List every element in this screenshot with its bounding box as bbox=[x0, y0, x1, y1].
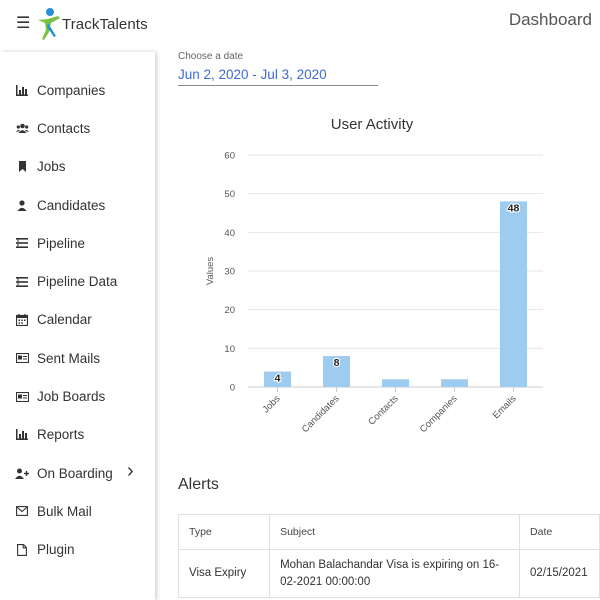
y-tick-label: 50 bbox=[224, 189, 235, 200]
sidebar-item-pipeline[interactable]: Pipeline bbox=[0, 224, 155, 262]
x-tick-label: Companies bbox=[418, 393, 460, 435]
y-tick-label: 40 bbox=[224, 228, 235, 239]
chart-title: User Activity bbox=[331, 116, 414, 133]
sidebar-item-label: Jobs bbox=[37, 159, 66, 175]
y-tick-label: 60 bbox=[224, 151, 235, 162]
x-tick-label: Emails bbox=[491, 393, 519, 421]
brand-logo[interactable]: TrackTalents bbox=[36, 6, 148, 42]
sidebar-item-label: Calendar bbox=[37, 312, 92, 328]
y-tick-label: 20 bbox=[224, 305, 235, 316]
data-label: 48 bbox=[508, 202, 520, 214]
envelope-icon bbox=[15, 504, 29, 518]
sidebar-item-label: Contacts bbox=[37, 120, 91, 136]
date-picker-label: Choose a date bbox=[178, 51, 244, 62]
data-label: 4 bbox=[275, 373, 281, 385]
x-tick-label: Candidates bbox=[300, 393, 342, 435]
brand-name: TrackTalents bbox=[62, 15, 148, 33]
sidebar-item-label: Pipeline Data bbox=[37, 274, 118, 290]
sidebar-item-label: Reports bbox=[37, 427, 85, 443]
alerts-table: Type Subject Date Visa Expiry Mohan Bala… bbox=[177, 514, 600, 598]
user-activity-chart: User Activity 0 10 20 30 40 50 60 Values Jobs 4 Can… bbox=[205, 116, 543, 435]
sidebar-item-label: Job Boards bbox=[37, 389, 106, 405]
sidebar-item-label: Bulk Mail bbox=[37, 503, 92, 519]
sidebar-item-jobs[interactable]: Jobs bbox=[0, 148, 155, 186]
sidebar-item-label: Companies bbox=[37, 82, 106, 98]
date-range-field[interactable]: Jun 2, 2020 - Jul 3, 2020 bbox=[178, 67, 378, 86]
bar-emails bbox=[500, 201, 527, 387]
sidebar-item-candidates[interactable]: Candidates bbox=[0, 186, 155, 224]
sidebar-item-job-boards[interactable]: Job Boards bbox=[0, 377, 155, 415]
menu-icon[interactable]: ☰ bbox=[16, 13, 30, 33]
alerts-header-row: Type Subject Date bbox=[177, 514, 600, 550]
sidebar-item-bulk-mail[interactable]: Bulk Mail bbox=[0, 492, 155, 530]
column-header-type[interactable]: Type bbox=[177, 514, 271, 550]
alert-date-cell: 02/15/2021 bbox=[519, 549, 600, 598]
card-icon bbox=[15, 351, 29, 365]
sidebar-item-reports[interactable]: Reports bbox=[0, 416, 155, 454]
bar-chart-icon bbox=[15, 83, 29, 97]
sidebar-item-calendar[interactable]: Calendar bbox=[0, 301, 155, 339]
page-title: Dashboard bbox=[508, 10, 592, 29]
table-row[interactable]: Visa Expiry Mohan Balachandar Visa is ex… bbox=[177, 549, 600, 598]
file-icon bbox=[15, 543, 29, 557]
list-icon bbox=[15, 275, 29, 289]
alert-type-cell: Visa Expiry bbox=[177, 549, 271, 598]
alert-subject-cell: Mohan Balachandar Visa is expiring on 16… bbox=[269, 549, 521, 598]
bar-contacts bbox=[382, 379, 409, 387]
sidebar-item-plugin[interactable]: Plugin bbox=[0, 531, 155, 569]
tracktalents-logo-icon bbox=[38, 8, 60, 40]
bar-companies bbox=[441, 379, 468, 387]
x-tick-label: Jobs bbox=[261, 393, 283, 415]
sidebar-item-label: On Boarding bbox=[37, 465, 113, 481]
sidebar-item-pipeline-data[interactable]: Pipeline Data bbox=[0, 262, 155, 300]
users-icon bbox=[15, 121, 29, 135]
calendar-icon bbox=[15, 313, 29, 327]
y-tick-label: 10 bbox=[224, 344, 235, 355]
sidebar-item-companies[interactable]: Companies bbox=[0, 71, 155, 109]
top-bar: ☰ TrackTalents Dashboard bbox=[0, 0, 600, 50]
y-tick-label: 30 bbox=[224, 267, 235, 278]
user-plus-icon bbox=[15, 466, 29, 480]
alerts-title: Alerts bbox=[178, 476, 219, 493]
sidebar: Companies Contacts Jobs Candidates Pipeline P… bbox=[0, 52, 155, 600]
sidebar-item-label: Candidates bbox=[37, 197, 106, 213]
data-label: 8 bbox=[334, 357, 340, 369]
sidebar-nav: Companies Contacts Jobs Candidates Pipeline P… bbox=[0, 71, 155, 569]
y-tick-label: 0 bbox=[230, 383, 235, 394]
sidebar-item-contacts[interactable]: Contacts bbox=[0, 109, 155, 147]
card-icon bbox=[15, 390, 29, 404]
y-axis-label: Values bbox=[205, 257, 216, 286]
column-header-subject[interactable]: Subject bbox=[269, 514, 521, 550]
sidebar-item-label: Pipeline bbox=[37, 235, 86, 251]
sidebar-item-label: Sent Mails bbox=[37, 350, 101, 366]
x-tick-label: Contacts bbox=[366, 393, 400, 427]
sidebar-item-on-boarding[interactable]: On Boarding › bbox=[0, 454, 155, 492]
sidebar-item-label: Plugin bbox=[37, 542, 75, 558]
bookmark-icon bbox=[15, 160, 29, 174]
chevron-right-icon[interactable]: › bbox=[127, 460, 134, 483]
user-icon bbox=[15, 198, 29, 212]
column-header-date[interactable]: Date bbox=[519, 514, 600, 550]
list-icon bbox=[15, 236, 29, 250]
bar-chart-icon bbox=[15, 428, 29, 442]
sidebar-item-sent-mails[interactable]: Sent Mails bbox=[0, 339, 155, 377]
